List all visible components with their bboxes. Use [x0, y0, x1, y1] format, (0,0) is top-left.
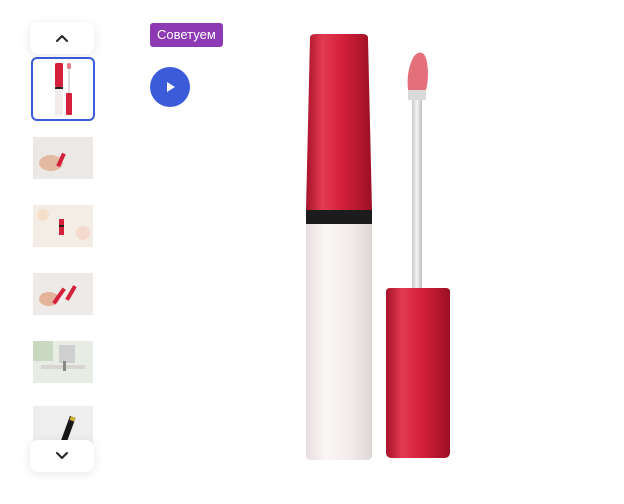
thumbnail-image [33, 205, 93, 247]
thumbnail-lipstick-table[interactable] [33, 205, 93, 247]
thumbnail-hand-lipsticks[interactable] [33, 273, 93, 315]
play-video-button[interactable] [150, 67, 190, 107]
thumbnail-vanity[interactable] [33, 341, 93, 383]
thumbnail-hand-lipstick[interactable] [33, 137, 93, 179]
recommended-badge: Советуем [150, 23, 223, 47]
scroll-up-button[interactable] [30, 22, 94, 54]
thumbnail-lip-gloss[interactable] [31, 57, 95, 121]
main-product-image[interactable] [296, 30, 466, 470]
lip-gloss-illustration [306, 34, 450, 460]
play-icon [167, 82, 175, 92]
scroll-down-button[interactable] [30, 440, 94, 472]
thumbnail-image [33, 273, 93, 315]
thumbnail-list [30, 22, 96, 474]
thumbnail-image [33, 137, 93, 179]
thumbnail-image [55, 63, 72, 115]
chevron-up-icon [56, 35, 68, 42]
product-gallery: Советуем [0, 0, 624, 504]
chevron-down-icon [56, 452, 68, 459]
thumbnail-image [33, 341, 93, 383]
